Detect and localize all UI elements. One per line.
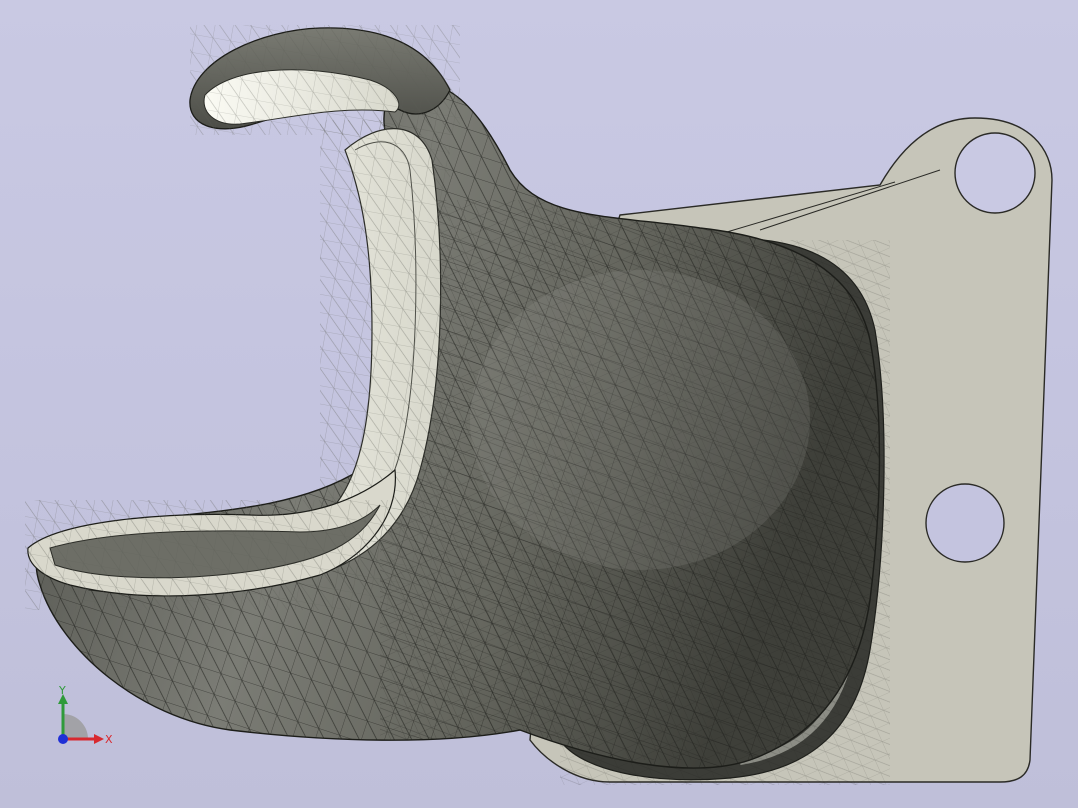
triad-arc [63,714,88,739]
bracket-hole-bottom [925,483,1005,563]
x-axis-arrowhead [94,734,104,744]
y-axis-label: Y [58,684,66,697]
model-scene[interactable] [0,0,1078,808]
axis-triad: Y X [58,684,113,746]
cad-3d-viewport[interactable]: Y X [0,0,1078,808]
top-lip[interactable] [189,25,460,135]
bracket-hole-top [954,132,1036,214]
x-axis-label: X [105,733,113,746]
z-axis-dot [58,734,68,744]
